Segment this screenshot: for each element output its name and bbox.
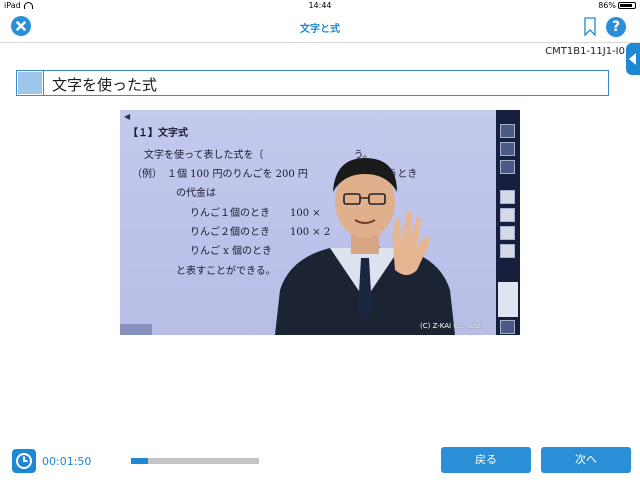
bookmark-icon — [584, 17, 596, 37]
section-title-box: 文字を使った式 — [16, 70, 609, 96]
help-button[interactable]: ? — [606, 17, 626, 37]
back-button[interactable]: 戻る — [441, 447, 531, 473]
board-line: の代金は — [176, 188, 216, 199]
hand-tool-icon — [500, 244, 515, 258]
battery-fill — [620, 4, 632, 7]
bookmark-button[interactable] — [583, 17, 597, 41]
elapsed-time: 00:01:50 — [42, 455, 92, 468]
nav-divider — [0, 42, 640, 43]
status-right: 86% — [598, 0, 636, 12]
lecture-video[interactable]: ◀ 【１】文字式 文字を使って表した式を〔 う。 （例） １個 100 円のりん… — [120, 110, 520, 335]
pen-tool-icon — [500, 190, 515, 204]
board-toolbar — [496, 110, 520, 335]
tool-icon — [500, 320, 515, 334]
chevron-left-icon — [629, 53, 636, 65]
status-bar: iPad 14:44 86% — [0, 0, 640, 12]
title-accent-divider — [43, 71, 44, 95]
battery-percent: 86% — [598, 1, 616, 10]
video-copyright: (C) Z-KAI Co., Ltd. — [420, 322, 483, 330]
page-thumbnail — [498, 282, 518, 317]
side-panel-tab[interactable] — [626, 43, 640, 75]
progress-bar — [131, 458, 259, 464]
timer-button[interactable] — [12, 449, 36, 473]
folder-tool-icon — [500, 124, 515, 138]
nav-title: 文字と式 — [300, 24, 340, 35]
next-button[interactable]: 次へ — [541, 447, 631, 473]
tool-icon — [500, 160, 515, 174]
title-accent-block — [18, 72, 42, 94]
board-corner-tag — [120, 324, 152, 335]
presenter-figure — [275, 158, 455, 335]
nav-bar: 文字と式 ? — [0, 12, 640, 42]
tool-icon — [500, 142, 515, 156]
document-code: CMT1B1-11J1-I0 — [545, 46, 625, 57]
board-line: と表すことができる。 — [176, 266, 276, 277]
progress-fill — [131, 458, 148, 464]
status-time: 14:44 — [308, 1, 332, 10]
eraser-tool-icon — [500, 226, 515, 240]
marker-tool-icon — [500, 208, 515, 222]
battery-icon — [618, 2, 636, 9]
board-line: 【１】文字式 — [128, 128, 188, 139]
board-back-arrow-icon: ◀ — [124, 112, 131, 121]
clock-icon — [16, 453, 32, 469]
section-title: 文字を使った式 — [52, 76, 158, 94]
